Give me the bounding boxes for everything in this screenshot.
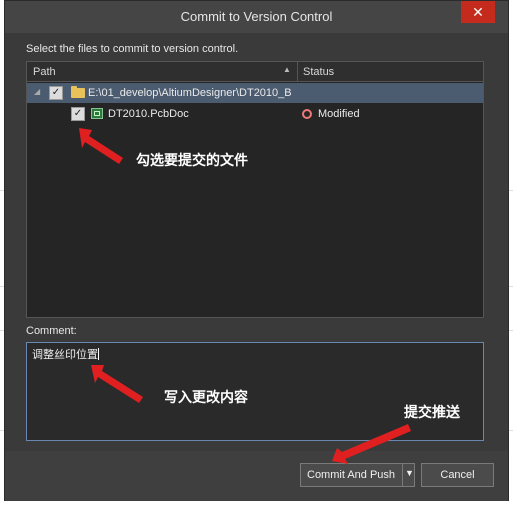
file-checkbox[interactable]: ✓	[71, 107, 85, 121]
cancel-button[interactable]: Cancel	[421, 463, 494, 487]
title-bar: Commit to Version Control ✕	[5, 1, 508, 33]
file-list-header: Path ▲ Status	[27, 62, 483, 82]
expand-collapse-icon[interactable]: ◢	[34, 87, 40, 96]
comment-text: 调整丝印位置	[32, 349, 98, 361]
modified-status-icon	[302, 109, 312, 119]
commit-dialog: Commit to Version Control ✕ Select the f…	[4, 0, 509, 501]
commit-and-push-button[interactable]: Commit And Push ▼	[300, 463, 415, 487]
file-status: Modified	[318, 108, 360, 120]
close-button[interactable]: ✕	[461, 1, 495, 23]
annotation-write-comment: 写入更改内容	[164, 389, 248, 405]
close-icon: ✕	[472, 4, 484, 20]
sort-ascending-icon: ▲	[283, 65, 291, 74]
folder-checkbox[interactable]: ✓	[49, 86, 63, 100]
file-list: Path ▲ Status ◢ ✓ E:\01_develop\AltiumDe…	[26, 61, 484, 318]
annotation-select-files: 勾选要提交的文件	[136, 152, 248, 168]
comment-label: Comment:	[26, 325, 77, 337]
column-header-status[interactable]: Status	[303, 66, 334, 78]
column-divider[interactable]	[297, 62, 298, 82]
text-caret	[98, 348, 99, 360]
commit-and-push-label: Commit And Push	[307, 469, 396, 481]
comment-textarea[interactable]: 调整丝印位置	[26, 342, 484, 441]
file-row[interactable]: ✓ DT2010.PcbDoc Modified	[27, 104, 483, 124]
dialog-footer: Commit And Push ▼ Cancel	[5, 451, 508, 501]
column-header-path[interactable]: Path	[33, 66, 56, 78]
dialog-title: Commit to Version Control	[180, 9, 333, 24]
file-name: DT2010.PcbDoc	[108, 108, 189, 120]
folder-icon	[71, 86, 85, 98]
folder-row[interactable]: ◢ ✓ E:\01_develop\AltiumDesigner\DT2010_…	[27, 83, 483, 103]
instruction-text: Select the files to commit to version co…	[26, 43, 239, 55]
dropdown-arrow-icon[interactable]: ▼	[405, 468, 414, 478]
annotation-commit-push: 提交推送	[404, 404, 460, 420]
split-divider	[402, 464, 403, 486]
folder-path: E:\01_develop\AltiumDesigner\DT2010_B	[88, 87, 292, 99]
pcb-document-icon	[91, 108, 103, 119]
